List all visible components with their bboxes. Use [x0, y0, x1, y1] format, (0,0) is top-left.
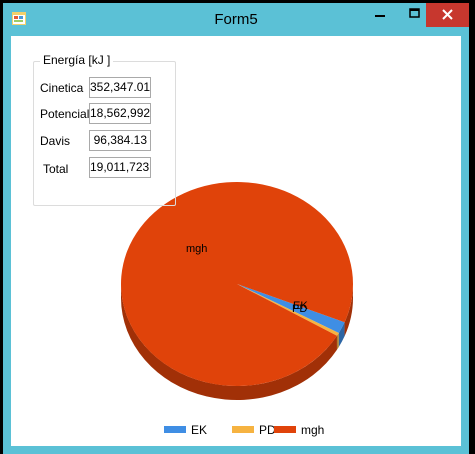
pie-slice-mgh [120, 182, 353, 387]
legend-label-mgh: mgh [301, 423, 324, 437]
potencial-field[interactable]: 18,562,992 [89, 103, 151, 124]
legend-label-PD: PD [259, 423, 276, 437]
minimize-button[interactable] [364, 3, 398, 29]
close-icon [442, 9, 453, 20]
minimize-icon [375, 15, 385, 17]
total-field[interactable]: 19,011,723 [89, 157, 151, 178]
cinetica-field[interactable]: 352,347.01 [89, 77, 151, 98]
energy-groupbox: Energía [kJ ] Cinetica 352,347.01 Potenc… [33, 53, 176, 206]
davis-label: Davis [40, 134, 71, 148]
legend-swatch-EK [164, 426, 186, 433]
cinetica-label: Cinetica [40, 81, 84, 95]
close-button[interactable] [426, 3, 469, 27]
legend-swatch-PD [232, 426, 254, 433]
slice-label-mgh: mgh [186, 243, 207, 255]
energy-group-title: Energía [kJ ] [40, 53, 114, 67]
total-label: Total [43, 162, 69, 176]
slice-label-PD: PD [292, 303, 307, 315]
legend-label-EK: EK [191, 423, 207, 437]
davis-field[interactable]: 96,384.13 [89, 130, 151, 151]
pie-side-PD [336, 332, 339, 350]
potencial-label: Potencial [40, 107, 90, 121]
form5-window: Form5 EK PD mgh EK PD mgh Energía [kJ ] Cinet… [3, 3, 469, 454]
form-client-area: EK PD mgh EK PD mgh Energía [kJ ] Cinetica 35… [11, 36, 461, 446]
title-bar[interactable]: Form5 [3, 3, 469, 36]
legend-swatch-mgh [274, 426, 296, 433]
